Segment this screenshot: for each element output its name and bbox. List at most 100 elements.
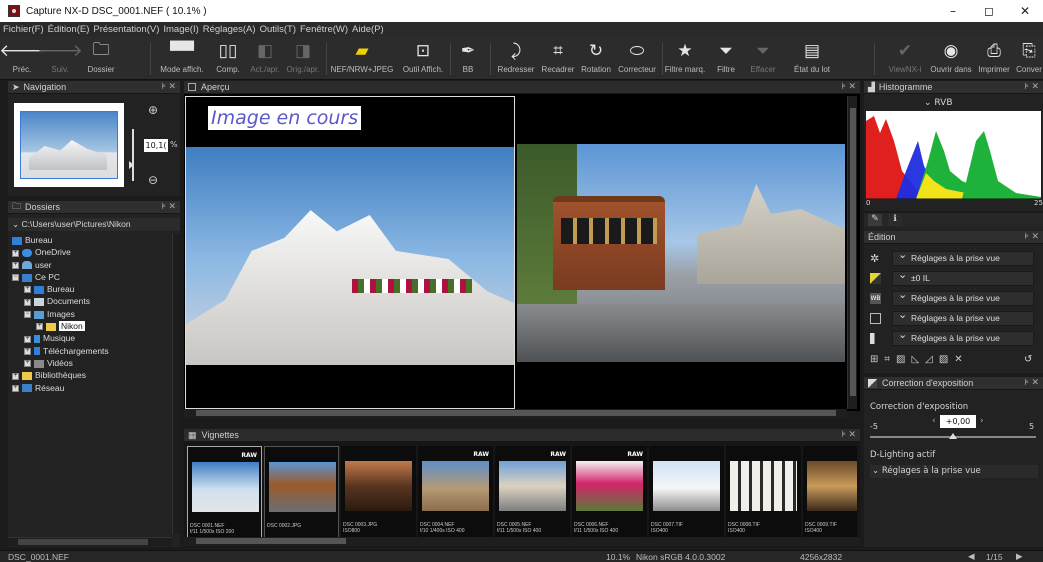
tree-item[interactable]: + Documents bbox=[12, 295, 172, 307]
thumbnail-item[interactable]: DSC 0003.JPG ISO800 bbox=[341, 446, 416, 540]
expand-icon[interactable]: + bbox=[24, 286, 31, 294]
wb-button[interactable]: ✒ BB bbox=[454, 40, 482, 78]
clear-filter-button[interactable]: ⏷ Effacer bbox=[746, 40, 780, 78]
zoom-value-field[interactable]: 10,1( bbox=[144, 139, 168, 152]
expand-icon[interactable]: + bbox=[12, 372, 19, 380]
tree-item[interactable]: + Bureau bbox=[12, 283, 172, 295]
menu-tools[interactable]: Outils(T) bbox=[260, 24, 296, 35]
path-bar[interactable]: ⌄ C:\Users\user\Pictures\Nikon bbox=[8, 218, 180, 231]
display-tool-button[interactable]: ⊡ Outil Affich. bbox=[398, 40, 448, 78]
menu-window[interactable]: Fenêtre(W) bbox=[300, 24, 348, 35]
thumbnail-item[interactable]: DSC 0009.TIF ISO400 bbox=[803, 446, 857, 540]
increment-icon[interactable]: › bbox=[980, 416, 984, 426]
thumbnail-item[interactable]: DSC 0002.JPG bbox=[264, 446, 339, 540]
collapse-icon[interactable]: − bbox=[12, 274, 19, 282]
minimize-button[interactable]: – bbox=[935, 0, 971, 22]
collapse-icon[interactable]: − bbox=[24, 311, 31, 319]
retouch-button[interactable]: ⬭ Correcteur bbox=[614, 40, 660, 78]
tree-item-selected[interactable]: + Nikon bbox=[12, 320, 172, 332]
exposure-slider-handle[interactable] bbox=[949, 433, 957, 439]
tree-item[interactable]: Bureau bbox=[12, 234, 172, 246]
menu-image[interactable]: Image(I) bbox=[163, 24, 198, 35]
menu-view[interactable]: Présentation(V) bbox=[93, 24, 159, 35]
thumbnail-item[interactable]: DSC 0007.TIF ISO400 bbox=[649, 446, 724, 540]
reset-icon[interactable]: ↺ bbox=[1024, 354, 1032, 365]
prev-page-icon[interactable]: ◀ bbox=[968, 551, 975, 562]
tree-scrollbar[interactable] bbox=[172, 234, 180, 534]
tone-select[interactable]: Réglages à la prise vue bbox=[892, 329, 1034, 346]
zoom-slider-track[interactable] bbox=[132, 129, 134, 181]
edit-tools-row[interactable]: ⊞⌗▨◺◿▨✕ bbox=[870, 354, 969, 365]
preview-horizontal-scrollbar[interactable] bbox=[184, 409, 847, 418]
decrement-icon[interactable]: ‹ bbox=[932, 416, 936, 426]
before-after-button[interactable]: ◧ Act./apr. bbox=[248, 40, 282, 78]
expand-icon[interactable]: + bbox=[36, 323, 43, 331]
panel-controls[interactable]: ⊧ ✕ bbox=[841, 81, 856, 92]
thumbnail-item[interactable]: RAW DSC 0004.NEF f/10 1/400s ISO 400 bbox=[418, 446, 493, 540]
dlighting-select[interactable]: ⌄ Réglages à la prise vue bbox=[870, 465, 1038, 478]
tree-item[interactable]: + Vidéos bbox=[12, 357, 172, 369]
nef-jpeg-button[interactable]: ▰ NEF/NRW+JPEG bbox=[330, 40, 394, 78]
expand-icon[interactable]: + bbox=[24, 360, 31, 368]
picture-control-select[interactable]: Réglages à la prise vue bbox=[892, 249, 1034, 266]
tree-item[interactable]: + Bibliothèques bbox=[12, 369, 172, 381]
expand-icon[interactable]: + bbox=[24, 298, 31, 306]
channel-select[interactable]: ⌄ RVB bbox=[924, 98, 953, 108]
zoom-in-icon[interactable]: ⊕ bbox=[148, 103, 158, 117]
panel-controls[interactable]: ⊧ ✕ bbox=[161, 201, 176, 212]
panel-controls[interactable]: ⊧ ✕ bbox=[1024, 231, 1039, 242]
batch-status-button[interactable]: ▤ État du lot bbox=[786, 40, 838, 78]
folder-button[interactable]: 🗀 Dossier bbox=[84, 40, 118, 78]
rotate-button[interactable]: ↻ Rotation bbox=[578, 40, 614, 78]
next-button[interactable]: 🡒 Suiv. bbox=[37, 40, 83, 78]
compare-button[interactable]: ▯▯ Comp. bbox=[212, 40, 244, 78]
prev-button[interactable]: 🡐 Préc. bbox=[0, 40, 45, 78]
menu-file[interactable]: Fichier(F) bbox=[3, 24, 44, 35]
thumbnail-item[interactable]: RAW DSC 0005.NEF f/11 1/500s ISO 400 bbox=[495, 446, 570, 540]
label-filter-button[interactable]: ★ Filtre marq. bbox=[664, 40, 706, 78]
tree-item[interactable]: + OneDrive bbox=[12, 246, 172, 258]
thumbnail-item[interactable]: RAW DSC 0001.NEF f/11 1/500s ISO 200 bbox=[187, 446, 262, 540]
panel-controls[interactable]: ⊧ ✕ bbox=[161, 81, 176, 92]
current-image-frame[interactable]: Image en cours bbox=[185, 96, 515, 409]
print-button[interactable]: ⎙ Imprimer bbox=[976, 40, 1012, 78]
panel-controls[interactable]: ⊧ ✕ bbox=[841, 429, 856, 440]
expand-icon[interactable]: + bbox=[24, 347, 31, 355]
second-image[interactable] bbox=[517, 144, 845, 362]
expand-icon[interactable]: + bbox=[12, 261, 19, 269]
preview-vertical-scrollbar[interactable] bbox=[847, 96, 857, 409]
menu-adjust[interactable]: Réglages(A) bbox=[203, 24, 256, 35]
expand-icon[interactable]: + bbox=[12, 249, 19, 257]
panel-controls[interactable]: ⊧ ✕ bbox=[1024, 377, 1039, 388]
viewnx-button[interactable]: ✔ ViewNX-i bbox=[882, 40, 928, 78]
tree-item[interactable]: + Réseau bbox=[12, 382, 172, 394]
close-button[interactable]: ✕ bbox=[1007, 0, 1043, 22]
view-mode-button[interactable]: ▀▀ Mode affich. bbox=[158, 40, 206, 78]
zoom-slider-handle[interactable] bbox=[129, 161, 134, 169]
open-in-button[interactable]: ◉ Ouvrir dans bbox=[928, 40, 974, 78]
thumbnail-item[interactable]: DSC 0008.TIF ISO400 bbox=[726, 446, 801, 540]
panel-controls[interactable]: ⊧ ✕ bbox=[1024, 81, 1039, 92]
picture-style-select[interactable]: Réglages à la prise vue bbox=[892, 309, 1034, 326]
exposure-select[interactable]: ±0 IL bbox=[892, 269, 1034, 286]
crop-button[interactable]: ⌗ Recadrer bbox=[538, 40, 578, 78]
info-tab-icon[interactable]: ℹ bbox=[888, 214, 902, 226]
tree-item[interactable]: − Ce PC bbox=[12, 271, 172, 283]
orig-after-button[interactable]: ◨ Orig./apr. bbox=[284, 40, 322, 78]
menu-help[interactable]: Aide(P) bbox=[352, 24, 384, 35]
convert-button[interactable]: ⎘ Conver bbox=[1014, 40, 1043, 78]
maximize-button[interactable]: ◻ bbox=[971, 0, 1007, 22]
expand-icon[interactable]: + bbox=[24, 335, 31, 343]
tree-item[interactable]: + user bbox=[12, 259, 172, 271]
next-page-icon[interactable]: ▶ bbox=[1016, 551, 1023, 562]
tree-item[interactable]: + Musique bbox=[12, 332, 172, 344]
tree-horizontal-scrollbar[interactable] bbox=[8, 537, 172, 546]
navigation-thumbnail[interactable] bbox=[14, 103, 124, 187]
expand-icon[interactable]: + bbox=[12, 384, 19, 392]
menu-edit[interactable]: Édition(E) bbox=[48, 24, 90, 35]
tree-item[interactable]: − Images bbox=[12, 308, 172, 320]
edit-tab-icon[interactable]: ✎ bbox=[868, 214, 882, 226]
filter-button[interactable]: ⏷ Filtre bbox=[712, 40, 740, 78]
preview-checkbox[interactable] bbox=[188, 83, 196, 91]
white-balance-select[interactable]: Réglages à la prise vue bbox=[892, 289, 1034, 306]
